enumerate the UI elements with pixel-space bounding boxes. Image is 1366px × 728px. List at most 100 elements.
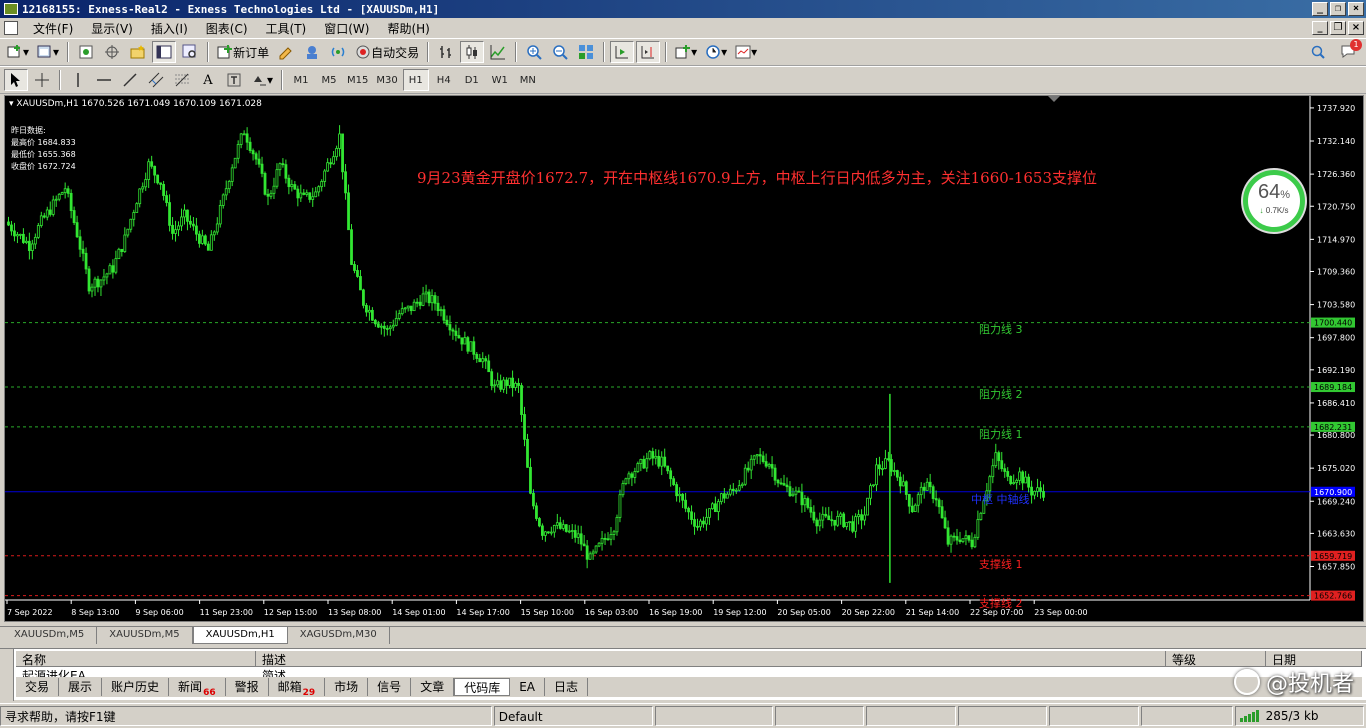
new-chart-button[interactable]: ▾ bbox=[4, 41, 32, 63]
cursor-tool[interactable] bbox=[4, 69, 28, 91]
terminal-tab-journal[interactable]: 日志 bbox=[545, 678, 589, 696]
equidistant-channel-tool[interactable] bbox=[144, 69, 168, 91]
menu-file[interactable]: 文件(F) bbox=[24, 20, 82, 37]
timeframe-w1[interactable]: W1 bbox=[487, 69, 513, 91]
fibonacci-tool[interactable] bbox=[170, 69, 194, 91]
candle-body bbox=[123, 234, 127, 253]
candle-body bbox=[278, 163, 282, 171]
minimize-button[interactable]: _ bbox=[1312, 2, 1328, 16]
timeframe-m5[interactable]: M5 bbox=[316, 69, 342, 91]
templates-button[interactable]: ▾ bbox=[732, 41, 760, 63]
menu-charts[interactable]: 图表(C) bbox=[197, 20, 257, 37]
notifications-button[interactable]: 1 bbox=[1340, 39, 1362, 61]
menu-tools[interactable]: 工具(T) bbox=[257, 20, 316, 37]
zoom-out-button[interactable] bbox=[548, 41, 572, 63]
candle-body bbox=[722, 493, 726, 499]
text-tool[interactable]: A bbox=[196, 69, 220, 91]
chart-tab-2[interactable]: XAUUSDm,M5 bbox=[97, 627, 193, 644]
menu-window[interactable]: 窗口(W) bbox=[315, 20, 378, 37]
terminal-side-handle[interactable] bbox=[0, 649, 14, 701]
restore-button[interactable]: ❐ bbox=[1330, 2, 1346, 16]
timeframe-h1[interactable]: H1 bbox=[402, 69, 429, 91]
timeframe-mn[interactable]: MN bbox=[515, 69, 541, 91]
chart-tab-3[interactable]: XAUUSDm,H1 bbox=[192, 627, 288, 644]
profiles-button[interactable]: ▾ bbox=[34, 41, 62, 63]
search-icon[interactable] bbox=[1310, 44, 1326, 60]
menu-help[interactable]: 帮助(H) bbox=[378, 20, 438, 37]
arrows-tool[interactable]: ▾ bbox=[248, 69, 276, 91]
terminal-tab-alerts[interactable]: 警报 bbox=[226, 678, 269, 696]
community-button[interactable] bbox=[300, 41, 324, 63]
metaeditor-button[interactable] bbox=[274, 41, 298, 63]
timeframe-m15[interactable]: M15 bbox=[344, 69, 371, 91]
line-chart-button[interactable] bbox=[486, 41, 510, 63]
collapse-arrow-icon[interactable]: ▾ bbox=[9, 99, 14, 109]
candle-body bbox=[767, 464, 771, 467]
mdi-restore-button[interactable]: ❐ bbox=[1330, 21, 1346, 35]
terminal-tab-mailbox[interactable]: 邮箱29 bbox=[269, 678, 326, 698]
terminal-tab-market[interactable]: 市场 bbox=[325, 678, 369, 696]
column-date[interactable]: 日期 bbox=[1266, 651, 1362, 667]
terminal-tab-account-history[interactable]: 账户历史 bbox=[102, 678, 170, 696]
data-window-button[interactable] bbox=[100, 41, 124, 63]
close-button[interactable]: × bbox=[1348, 2, 1364, 16]
periods-button[interactable]: ▾ bbox=[702, 41, 730, 63]
candle-body bbox=[114, 258, 118, 273]
column-rating[interactable]: 等级 bbox=[1166, 651, 1266, 667]
candlestick-chart-button[interactable] bbox=[460, 41, 485, 63]
status-connection[interactable]: 285/3 kb bbox=[1234, 706, 1364, 726]
vertical-line-tool[interactable] bbox=[66, 69, 90, 91]
terminal-tab-articles[interactable]: 文章 bbox=[411, 678, 455, 696]
timeframe-d1[interactable]: D1 bbox=[459, 69, 485, 91]
candle-body bbox=[13, 230, 16, 237]
market-watch-button[interactable] bbox=[74, 41, 98, 63]
navigator-button[interactable] bbox=[126, 41, 150, 63]
indicators-button[interactable]: ▾ bbox=[672, 41, 700, 63]
candle-body bbox=[427, 291, 431, 304]
crosshair-tool[interactable] bbox=[30, 69, 54, 91]
new-order-button[interactable]: 新订单 bbox=[214, 41, 272, 63]
chart-tab-1[interactable]: XAUUSDm,M5 bbox=[2, 627, 98, 644]
menu-view[interactable]: 显示(V) bbox=[82, 20, 142, 37]
terminal-tab-experts[interactable]: EA bbox=[510, 678, 546, 696]
chart-tab-4[interactable]: XAGUSDm,M30 bbox=[288, 627, 390, 644]
chart-shift-button[interactable] bbox=[636, 41, 661, 63]
mdi-close-button[interactable]: × bbox=[1348, 21, 1364, 35]
terminal-tab-trade[interactable]: 交易 bbox=[16, 678, 60, 696]
network-speed-gauge[interactable]: 64% ↓ 0.7K/s bbox=[1243, 170, 1305, 232]
column-name[interactable]: 名称 bbox=[16, 651, 256, 667]
candle-body bbox=[889, 459, 893, 472]
menu-bar: 文件(F) 显示(V) 插入(I) 图表(C) 工具(T) 窗口(W) 帮助(H… bbox=[0, 18, 1366, 38]
column-description[interactable]: 描述 bbox=[256, 651, 1166, 667]
timeframe-h4[interactable]: H4 bbox=[431, 69, 457, 91]
auto-scroll-button[interactable] bbox=[610, 41, 635, 63]
timeframe-m30[interactable]: M30 bbox=[373, 69, 400, 91]
strategy-tester-button[interactable] bbox=[178, 41, 202, 63]
candle-body bbox=[636, 463, 640, 472]
horizontal-line-tool[interactable] bbox=[92, 69, 116, 91]
terminal-tab-news[interactable]: 新闻66 bbox=[169, 678, 226, 698]
terminal-tab-exposure[interactable]: 展示 bbox=[59, 678, 103, 696]
gauge-percent: 64 bbox=[1257, 181, 1281, 203]
timeframe-m1[interactable]: M1 bbox=[288, 69, 314, 91]
signals-button[interactable] bbox=[326, 41, 350, 63]
candle-body bbox=[365, 304, 368, 313]
text-label-tool[interactable] bbox=[222, 69, 246, 91]
candle-body bbox=[1027, 476, 1030, 488]
zoom-in-button[interactable] bbox=[522, 41, 546, 63]
menu-insert[interactable]: 插入(I) bbox=[142, 20, 197, 37]
tile-windows-button[interactable] bbox=[574, 41, 598, 63]
terminal-tab-code-base[interactable]: 代码库 bbox=[454, 678, 511, 696]
price-chart[interactable]: 1737.920 1732.140 1726.360 1720.750 1714.970… bbox=[4, 95, 1364, 622]
auto-trading-button[interactable]: 自动交易 bbox=[352, 41, 422, 63]
terminal-tab-signals[interactable]: 信号 bbox=[368, 678, 412, 696]
terminal-column-header: 名称 描述 等级 日期 bbox=[16, 651, 1362, 667]
trendline-tool[interactable] bbox=[118, 69, 142, 91]
mdi-minimize-button[interactable]: _ bbox=[1312, 21, 1328, 35]
candle-body bbox=[1039, 487, 1042, 492]
terminal-button[interactable] bbox=[152, 41, 177, 63]
candle-body bbox=[803, 498, 807, 506]
candle-body bbox=[442, 309, 446, 321]
candle-body bbox=[159, 182, 163, 185]
bar-chart-button[interactable] bbox=[434, 41, 458, 63]
